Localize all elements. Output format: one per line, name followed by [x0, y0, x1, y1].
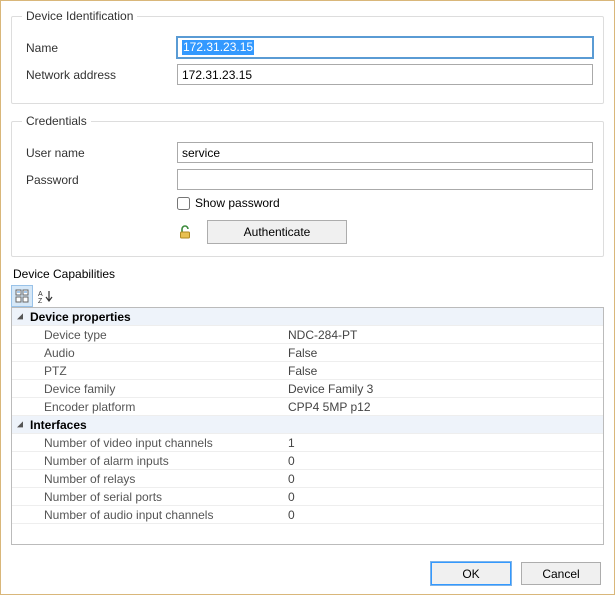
credentials-legend: Credentials	[22, 114, 91, 128]
property-value: 0	[288, 452, 603, 469]
property-name: Number of alarm inputs	[28, 452, 288, 469]
device-identification-group: Device Identification Name 172.31.23.15 …	[11, 9, 604, 104]
unlock-icon	[177, 224, 193, 240]
property-row[interactable]: Number of alarm inputs0	[12, 452, 603, 470]
property-row[interactable]: Number of video input channels1	[12, 434, 603, 452]
show-password-label[interactable]: Show password	[195, 196, 280, 210]
property-name: Number of relays	[28, 470, 288, 487]
property-value: 1	[288, 434, 603, 451]
name-input[interactable]: 172.31.23.15	[177, 37, 593, 58]
property-category-name: Device properties	[28, 308, 288, 325]
property-value: CPP4 5MP p12	[288, 398, 603, 415]
property-value: 0	[288, 470, 603, 487]
property-name: Number of serial ports	[28, 488, 288, 505]
categorized-view-button[interactable]	[11, 285, 33, 307]
username-label: User name	[22, 146, 177, 160]
credentials-group: Credentials User name Password Show pass…	[11, 114, 604, 257]
password-label: Password	[22, 173, 177, 187]
property-value: 0	[288, 506, 603, 523]
property-category[interactable]: ◢Interfaces	[12, 416, 603, 434]
authenticate-button[interactable]: Authenticate	[207, 220, 347, 244]
ok-button[interactable]: OK	[431, 562, 511, 585]
device-identification-legend: Device Identification	[22, 9, 137, 23]
property-value: Device Family 3	[288, 380, 603, 397]
property-row[interactable]: Number of serial ports0	[12, 488, 603, 506]
property-row[interactable]: Device typeNDC-284-PT	[12, 326, 603, 344]
property-row[interactable]: Number of relays0	[12, 470, 603, 488]
property-value: NDC-284-PT	[288, 326, 603, 343]
cancel-button[interactable]: Cancel	[521, 562, 601, 585]
collapse-icon[interactable]: ◢	[12, 416, 28, 433]
collapse-icon[interactable]: ◢	[12, 308, 28, 325]
property-name: Number of video input channels	[28, 434, 288, 451]
property-name: Encoder platform	[28, 398, 288, 415]
property-value: False	[288, 344, 603, 361]
network-address-input[interactable]	[177, 64, 593, 85]
property-row[interactable]: Device familyDevice Family 3	[12, 380, 603, 398]
property-category[interactable]: ◢Device properties	[12, 308, 603, 326]
alphabetical-view-button[interactable]: A Z	[35, 285, 57, 307]
property-value: False	[288, 362, 603, 379]
property-row[interactable]: Encoder platformCPP4 5MP p12	[12, 398, 603, 416]
property-name: PTZ	[28, 362, 288, 379]
property-category-name: Interfaces	[28, 416, 288, 433]
svg-text:A: A	[38, 291, 43, 298]
property-name: Audio	[28, 344, 288, 361]
property-value: 0	[288, 488, 603, 505]
property-row[interactable]: Number of audio input channels0	[12, 506, 603, 524]
property-name: Device family	[28, 380, 288, 397]
show-password-checkbox[interactable]	[177, 197, 190, 210]
name-label: Name	[22, 41, 177, 55]
device-capabilities-group: Device Capabilities A Z	[11, 267, 604, 545]
property-row[interactable]: AudioFalse	[12, 344, 603, 362]
password-input[interactable]	[177, 169, 593, 190]
property-row[interactable]: PTZFalse	[12, 362, 603, 380]
property-name: Number of audio input channels	[28, 506, 288, 523]
svg-text:Z: Z	[38, 298, 43, 303]
property-grid[interactable]: ◢Device propertiesDevice typeNDC-284-PTA…	[11, 307, 604, 545]
property-name: Device type	[28, 326, 288, 343]
username-input[interactable]	[177, 142, 593, 163]
network-address-label: Network address	[22, 68, 177, 82]
device-capabilities-legend: Device Capabilities	[13, 267, 604, 281]
